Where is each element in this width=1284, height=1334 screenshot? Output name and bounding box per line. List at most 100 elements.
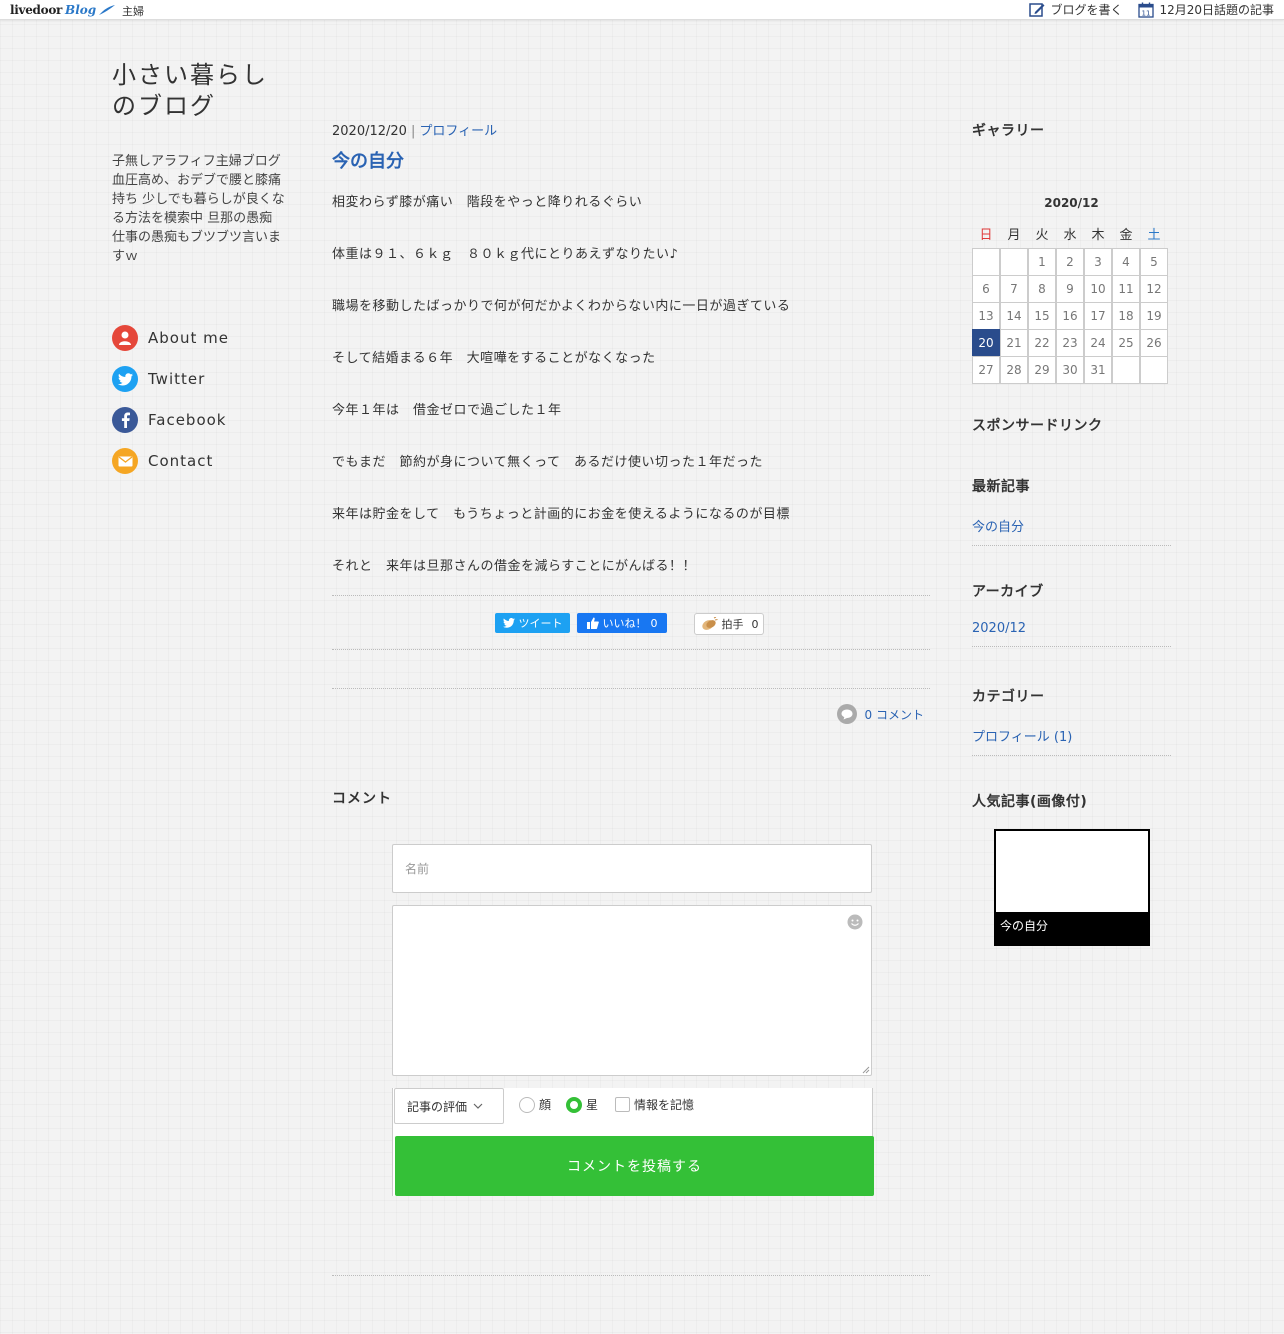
post-title[interactable]: 今の自分 bbox=[332, 147, 930, 173]
blog-title[interactable]: 小さい暮らしのブログ bbox=[112, 60, 292, 122]
post-date: 2020/12/20 bbox=[332, 124, 407, 139]
calendar-day: 16 bbox=[1056, 302, 1084, 330]
resize-grip-icon[interactable] bbox=[862, 1066, 870, 1074]
twitter-bird-icon bbox=[502, 618, 515, 628]
divider bbox=[332, 688, 930, 689]
post-paragraph: 体重は９１、６ｋｇ ８０ｋｇ代にとりあえずなりたい♪ bbox=[332, 247, 679, 262]
calendar-day: 11 bbox=[1112, 275, 1140, 303]
archive-block: アーカイブ 2020/12 bbox=[972, 581, 1171, 647]
remember-info-label: 情報を記憶 bbox=[634, 1098, 695, 1112]
calendar-day: 12 bbox=[1140, 275, 1168, 303]
top-category-link[interactable]: 主婦 bbox=[122, 3, 144, 19]
sponsor-block: スポンサードリンク bbox=[972, 415, 1171, 435]
radio-star[interactable]: 星 bbox=[566, 1096, 598, 1113]
calendar-day: 27 bbox=[972, 356, 1000, 384]
social-facebook[interactable]: Facebook bbox=[112, 407, 229, 433]
calendar-weekday: 月 bbox=[1007, 228, 1021, 243]
calendar-day: 23 bbox=[1056, 329, 1084, 357]
write-blog-link[interactable]: ブログを書く bbox=[1029, 1, 1122, 18]
comment-count-label: コメント bbox=[875, 707, 924, 722]
calendar-empty-cell bbox=[972, 248, 1000, 276]
radio-star-circle bbox=[566, 1096, 582, 1113]
calendar-title: 2020/12 bbox=[1044, 196, 1099, 210]
radio-star-label: 星 bbox=[586, 1098, 599, 1112]
calendar-day: 3 bbox=[1084, 248, 1112, 276]
calendar-day: 13 bbox=[972, 302, 1000, 330]
clap-hands-icon bbox=[701, 617, 718, 630]
calendar-day: 28 bbox=[1000, 356, 1028, 384]
chevron-down-icon bbox=[473, 1103, 483, 1109]
post-category-link[interactable]: プロフィール bbox=[419, 124, 497, 139]
rating-select[interactable]: 記事の評価 bbox=[394, 1088, 504, 1124]
archive-link[interactable]: 2020/12 bbox=[972, 621, 1171, 647]
topic-articles-link[interactable]: 11 12月20日話題の記事 bbox=[1138, 1, 1274, 18]
social-twitter[interactable]: Twitter bbox=[112, 366, 229, 392]
post-paragraph: 相変わらず膝が痛い 階段をやっと降りれるぐらい bbox=[332, 195, 643, 210]
calendar-weekday: 木 bbox=[1091, 228, 1105, 243]
share-buttons: ツイート いいね！ 0 拍手 0 bbox=[332, 613, 930, 635]
emoji-smile-icon[interactable] bbox=[847, 914, 863, 930]
post-paragraph: 職場を移動したばっかりで何が何だかよくわからない内に一日が過ぎている bbox=[332, 299, 791, 314]
logo-blog: Blog bbox=[65, 3, 97, 17]
calendar-empty-cell bbox=[1000, 248, 1028, 276]
social-about-me[interactable]: About me bbox=[112, 325, 229, 351]
social-about-me-label: About me bbox=[148, 329, 229, 347]
thumbs-up-icon bbox=[586, 617, 599, 629]
social-contact[interactable]: Contact bbox=[112, 448, 229, 474]
calendar-day[interactable]: 20 bbox=[972, 329, 1000, 357]
facebook-icon bbox=[112, 407, 138, 433]
social-contact-label: Contact bbox=[148, 452, 214, 470]
feather-icon bbox=[99, 5, 116, 15]
comment-body-textarea[interactable] bbox=[393, 906, 871, 1075]
calendar-icon-day: 11 bbox=[1142, 9, 1151, 17]
category-link[interactable]: プロフィール (1) bbox=[972, 726, 1171, 756]
person-icon bbox=[112, 325, 138, 351]
post-body: 相変わらず膝が痛い 階段をやっと降りれるぐらい 体重は９１、６ｋｇ ８０ｋｇ代に… bbox=[332, 193, 930, 577]
calendar-day: 18 bbox=[1112, 302, 1140, 330]
blog-description: 子無しアラフィフ主婦ブログ 血圧高め、おデブで腰と膝痛持ち 少しでも暮らしが良く… bbox=[112, 154, 285, 264]
topic-articles-label: 12月20日話題の記事 bbox=[1159, 3, 1274, 17]
comment-name-input[interactable] bbox=[392, 844, 872, 893]
gallery-title: ギャラリー bbox=[972, 123, 1045, 139]
divider bbox=[332, 1275, 930, 1276]
latest-articles-title: 最新記事 bbox=[972, 479, 1030, 495]
radio-face-circle bbox=[519, 1096, 535, 1113]
post-paragraph: 来年は貯金をして もうちょっと計画的にお金を使えるようになるのが目標 bbox=[332, 507, 790, 522]
latest-article-link[interactable]: 今の自分 bbox=[972, 516, 1171, 546]
rating-select-label: 記事の評価 bbox=[407, 1099, 468, 1114]
calendar-day: 5 bbox=[1140, 248, 1168, 276]
calendar-day: 25 bbox=[1112, 329, 1140, 357]
calendar-day: 24 bbox=[1084, 329, 1112, 357]
calendar-weekday: 火 bbox=[1035, 228, 1049, 243]
tweet-button[interactable]: ツイート bbox=[495, 613, 570, 633]
submit-comment-button[interactable]: コメントを投稿する bbox=[395, 1136, 874, 1196]
twitter-icon bbox=[112, 366, 138, 392]
remember-info-checkbox[interactable]: 情報を記憶 bbox=[615, 1096, 694, 1113]
comment-count-link[interactable]: 0 コメント bbox=[836, 704, 924, 724]
calendar-day: 6 bbox=[972, 275, 1000, 303]
calendar-day: 1 bbox=[1028, 248, 1056, 276]
radio-face[interactable]: 顔 bbox=[519, 1096, 551, 1113]
calendar-weekday: 土 bbox=[1147, 228, 1161, 243]
calendar-weekday: 水 bbox=[1063, 228, 1077, 243]
comment-form: 記事の評価 顔 星 情報を記憶 コメントを投稿する bbox=[392, 844, 874, 1196]
calendar-day: 17 bbox=[1084, 302, 1112, 330]
comment-body-wrapper bbox=[392, 905, 872, 1076]
facebook-like-button[interactable]: いいね！ 0 bbox=[577, 613, 667, 633]
calendar-day: 19 bbox=[1140, 302, 1168, 330]
pencil-icon bbox=[1029, 2, 1045, 17]
clap-button[interactable]: 拍手 0 bbox=[694, 613, 764, 635]
calendar-weekday-header: 日月火水木金土 bbox=[972, 224, 1171, 243]
livedoor-blog-logo[interactable]: livedoor Blog bbox=[10, 2, 116, 18]
calendar-day: 10 bbox=[1084, 275, 1112, 303]
post-paragraph: それと 来年は旦那さんの借金を減らすことにがんばる！！ bbox=[332, 559, 696, 574]
calendar-day: 29 bbox=[1028, 356, 1056, 384]
popular-article-card[interactable]: 今の自分 bbox=[994, 829, 1150, 946]
calendar-day: 4 bbox=[1112, 248, 1140, 276]
logo-word: livedoor bbox=[10, 3, 63, 17]
mail-icon bbox=[112, 448, 138, 474]
post-meta-separator: | bbox=[410, 124, 416, 139]
calendar-empty-cell bbox=[1140, 356, 1168, 384]
social-facebook-label: Facebook bbox=[148, 411, 227, 429]
popular-article-thumbnail bbox=[996, 831, 1148, 912]
